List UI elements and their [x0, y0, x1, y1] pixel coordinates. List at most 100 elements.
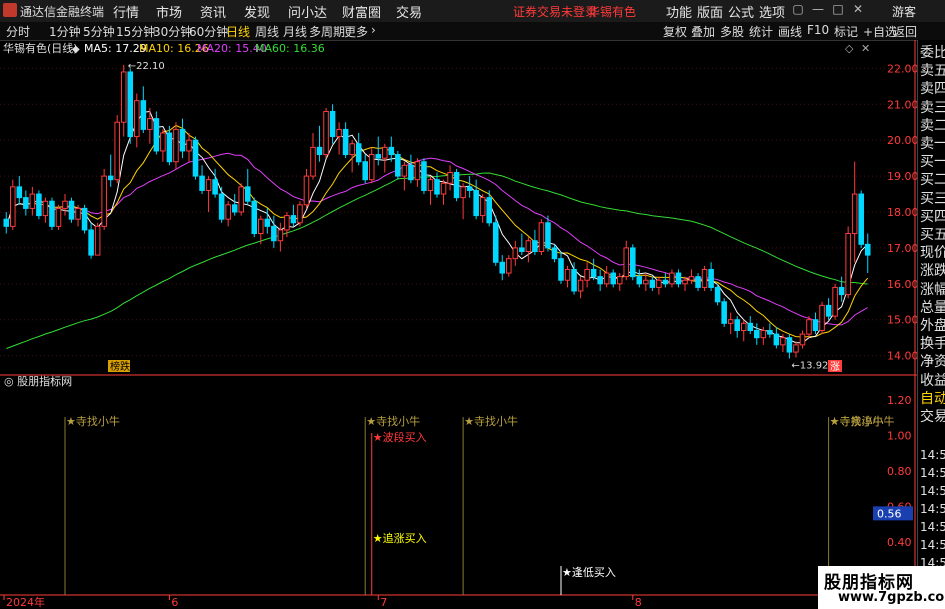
- side-item[interactable]: 卖二: [920, 115, 945, 135]
- candle-body: [616, 276, 623, 285]
- title-bar: 通达信金融终端 行情 市场 资讯 发现 问小达 财富圈 交易 证券交易未登录 华…: [0, 0, 945, 23]
- menu-news[interactable]: 资讯: [200, 2, 226, 21]
- candle-body: [408, 164, 414, 181]
- side-item[interactable]: 净资: [920, 351, 945, 371]
- menu-function[interactable]: 功能: [666, 2, 692, 21]
- indicator-current-value: 0.56: [877, 507, 902, 520]
- candle-body: [858, 193, 864, 245]
- side-time: 14:5: [920, 520, 945, 534]
- chart-close-icon[interactable]: ✕: [861, 42, 870, 55]
- login-notice[interactable]: 证券交易未登录: [513, 3, 597, 20]
- side-item[interactable]: 买四: [920, 206, 945, 226]
- side-item[interactable]: 涨跌: [920, 260, 945, 280]
- side-item[interactable]: 卖三: [920, 97, 945, 117]
- tool-overlay[interactable]: 叠加: [691, 23, 715, 40]
- chart-area[interactable]: 14.00 15.00 16.00 17.00 18.00 19.00 20.00 21.00…: [0, 40, 917, 609]
- tab-multi-period[interactable]: 多周期: [309, 23, 345, 40]
- candle-body: [564, 268, 571, 281]
- menu-layout[interactable]: 版面: [697, 2, 723, 21]
- tool-back[interactable]: 返回: [893, 23, 917, 40]
- tab-30min[interactable]: 30分钟: [153, 23, 192, 40]
- menu-discover[interactable]: 发现: [244, 2, 270, 21]
- candle-body: [179, 128, 186, 152]
- signal-label: ★寺找小牛: [366, 414, 420, 428]
- price-axis: 14.00 15.00 16.00 17.00 18.00 19.00 20.00 21.00…: [128, 40, 917, 609]
- tab-daily[interactable]: 日线: [226, 23, 250, 40]
- candle-body: [845, 233, 851, 296]
- period-toolbar: 分时 1分钟 5分钟 15分钟 30分钟 60分钟 日线 周线 月线 多周期 更…: [0, 22, 945, 41]
- guest-label[interactable]: 游客: [892, 3, 916, 20]
- candle-body: [160, 132, 166, 152]
- side-item[interactable]: 换手: [920, 333, 945, 353]
- price-tick-label: 18.00: [887, 206, 917, 219]
- signal-label: ★寺找小牛: [66, 414, 120, 428]
- candle-body: [780, 337, 786, 346]
- menu-trade[interactable]: 交易: [396, 2, 422, 21]
- side-item[interactable]: 卖五: [920, 60, 945, 80]
- tool-restore-rights[interactable]: 复权: [663, 23, 687, 40]
- minimize-icon[interactable]: —: [810, 2, 826, 18]
- side-item[interactable]: 卖四: [920, 78, 945, 98]
- candle-body: [49, 200, 55, 227]
- tab-weekly[interactable]: 周线: [255, 23, 279, 40]
- tab-60min[interactable]: 60分钟: [189, 23, 228, 40]
- tool-add-watchlist[interactable]: +自选: [863, 23, 897, 40]
- menu-wealth[interactable]: 财富圈: [342, 2, 381, 21]
- side-item[interactable]: 涨幅: [920, 279, 945, 299]
- candle-body: [329, 110, 336, 138]
- candle-body: [238, 186, 244, 213]
- xaxis-label: 2024年: [6, 595, 45, 609]
- window-icon[interactable]: ▢: [790, 2, 806, 18]
- candle-body: [355, 143, 362, 163]
- tab-monthly[interactable]: 月线: [283, 23, 307, 40]
- side-time: 14:5: [920, 466, 945, 480]
- price-tick-label: 15.00: [887, 314, 917, 327]
- menu-quotes[interactable]: 行情: [113, 2, 139, 21]
- side-item[interactable]: 买三: [920, 188, 945, 208]
- candle-body: [114, 121, 120, 181]
- tool-draw[interactable]: 画线: [778, 23, 802, 40]
- candle-body: [630, 247, 636, 278]
- candle-body: [134, 100, 140, 138]
- candle-body: [23, 197, 29, 209]
- indicator-tick-label: 0.80: [887, 465, 912, 478]
- maximize-icon[interactable]: □: [830, 2, 846, 18]
- menu-market[interactable]: 市场: [156, 2, 182, 21]
- tab-more[interactable]: 更多: [344, 23, 368, 40]
- more-chevron-icon[interactable]: ›: [371, 23, 376, 37]
- candle-body: [342, 128, 349, 156]
- side-item[interactable]: 收益: [920, 370, 945, 390]
- side-item[interactable]: 外盘: [920, 315, 945, 335]
- side-item[interactable]: 买二: [920, 169, 945, 189]
- menu-formula[interactable]: 公式: [728, 2, 754, 21]
- candle-body: [336, 128, 342, 138]
- candle-body: [388, 146, 395, 156]
- candle-body: [688, 276, 695, 281]
- side-item[interactable]: 卖一: [920, 133, 945, 153]
- tool-mark[interactable]: 标记: [834, 23, 858, 40]
- candle-body: [36, 193, 42, 217]
- tool-f10[interactable]: F10: [807, 23, 829, 37]
- side-item[interactable]: 交易: [920, 406, 945, 426]
- tool-statistics[interactable]: 统计: [749, 23, 773, 40]
- tab-1min[interactable]: 1分钟: [49, 23, 81, 40]
- close-icon[interactable]: ✕: [850, 2, 866, 18]
- tool-multi-stock[interactable]: 多股: [720, 23, 744, 40]
- side-item[interactable]: 买五: [920, 224, 945, 244]
- side-item[interactable]: 委比: [920, 42, 945, 62]
- chart-options-icon[interactable]: ◇: [845, 42, 854, 55]
- tab-15min[interactable]: 15分钟: [116, 23, 155, 40]
- login-stock[interactable]: 华锡有色: [588, 3, 636, 20]
- price-tick-label: 14.00: [887, 350, 917, 363]
- side-item[interactable]: 自动: [920, 388, 945, 408]
- ma10-line: [5, 124, 869, 338]
- side-item[interactable]: 买一: [920, 151, 945, 171]
- candle-body: [101, 175, 107, 227]
- menu-options[interactable]: 选项: [759, 2, 785, 21]
- tab-timeshare[interactable]: 分时: [6, 23, 30, 40]
- side-item[interactable]: 总量: [920, 297, 945, 317]
- menu-ask[interactable]: 问小达: [288, 2, 327, 21]
- tab-5min[interactable]: 5分钟: [83, 23, 115, 40]
- side-item[interactable]: 现价: [920, 242, 945, 262]
- settings-icon[interactable]: ◆: [72, 44, 80, 55]
